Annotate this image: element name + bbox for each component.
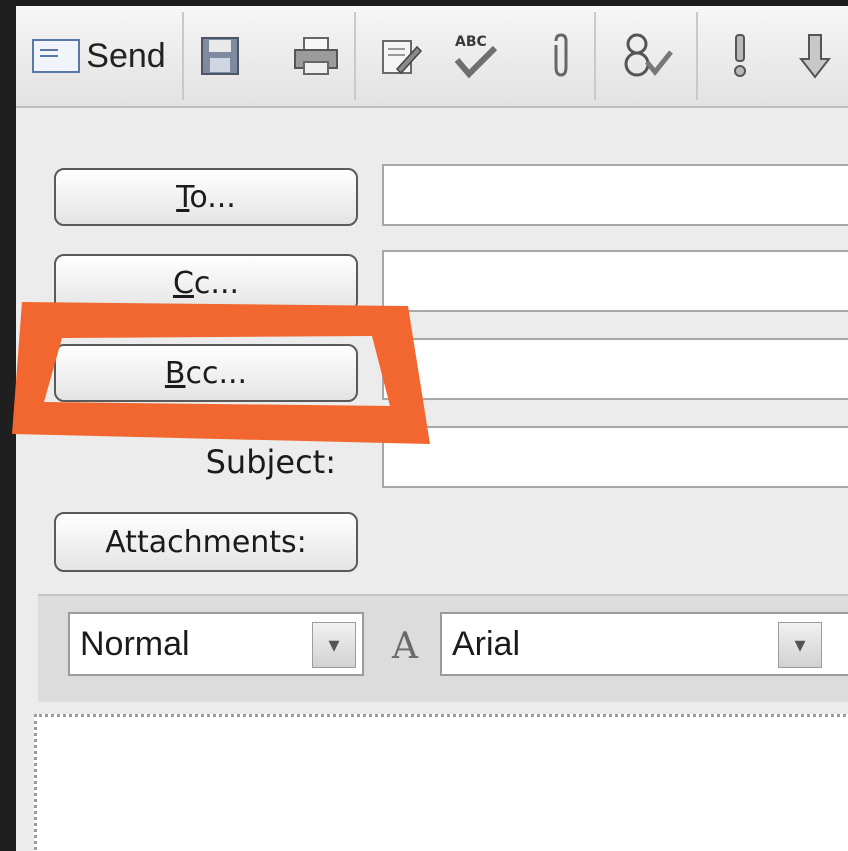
save-button[interactable]: [190, 12, 250, 100]
chevron-down-icon[interactable]: ▾: [312, 622, 356, 668]
attachments-button[interactable]: Attachments:: [54, 512, 358, 572]
send-icon: [32, 39, 81, 73]
cc-button[interactable]: Cc...: [54, 254, 358, 312]
priority-low-button[interactable]: [782, 12, 848, 100]
priority-low-icon: [798, 34, 832, 79]
print-button[interactable]: [278, 12, 356, 100]
chevron-down-icon[interactable]: ▾: [778, 622, 822, 668]
toolbar: Send ABC: [16, 6, 848, 108]
send-label: Send: [86, 36, 166, 75]
spellcheck-icon: ABC: [454, 34, 498, 79]
spellcheck-button[interactable]: ABC: [440, 12, 510, 100]
style-select-value: Normal: [80, 624, 190, 663]
edit-button[interactable]: [368, 12, 434, 100]
address-book-icon: [624, 33, 673, 77]
bcc-button-label: Bcc...: [164, 355, 248, 391]
font-select-value: Arial: [452, 624, 521, 663]
style-select[interactable]: Normal ▾: [68, 612, 364, 676]
to-button[interactable]: To...: [54, 168, 358, 226]
font-select[interactable]: Arial ▾: [440, 612, 848, 676]
to-input[interactable]: [382, 164, 848, 226]
attach-button[interactable]: [528, 12, 596, 100]
send-button[interactable]: Send: [16, 12, 184, 100]
to-button-label: To...: [176, 179, 236, 215]
window-frame-left: [0, 0, 16, 851]
formatting-bar: Normal ▾ A Arial ▾: [38, 594, 848, 702]
attachments-button-label: Attachments:: [105, 524, 307, 560]
svg-text:ABC: ABC: [455, 34, 487, 50]
bcc-button[interactable]: Bcc...: [54, 344, 358, 402]
priority-high-icon: [734, 34, 746, 77]
edit-icon: [382, 40, 423, 75]
cc-button-label: Cc...: [172, 265, 240, 301]
message-body[interactable]: [34, 714, 848, 851]
subject-input[interactable]: [382, 426, 848, 488]
font-icon: A: [392, 626, 418, 667]
compose-window: Send ABC To... Cc... Bcc... Subject: Att…: [16, 6, 848, 851]
print-icon: [294, 37, 338, 75]
cc-input[interactable]: [382, 250, 848, 312]
attach-icon: [554, 33, 568, 77]
subject-label: Subject:: [205, 443, 336, 481]
address-book-button[interactable]: [600, 12, 698, 100]
bcc-input[interactable]: [382, 338, 848, 400]
save-icon: [201, 37, 239, 75]
priority-high-button[interactable]: [710, 12, 770, 100]
